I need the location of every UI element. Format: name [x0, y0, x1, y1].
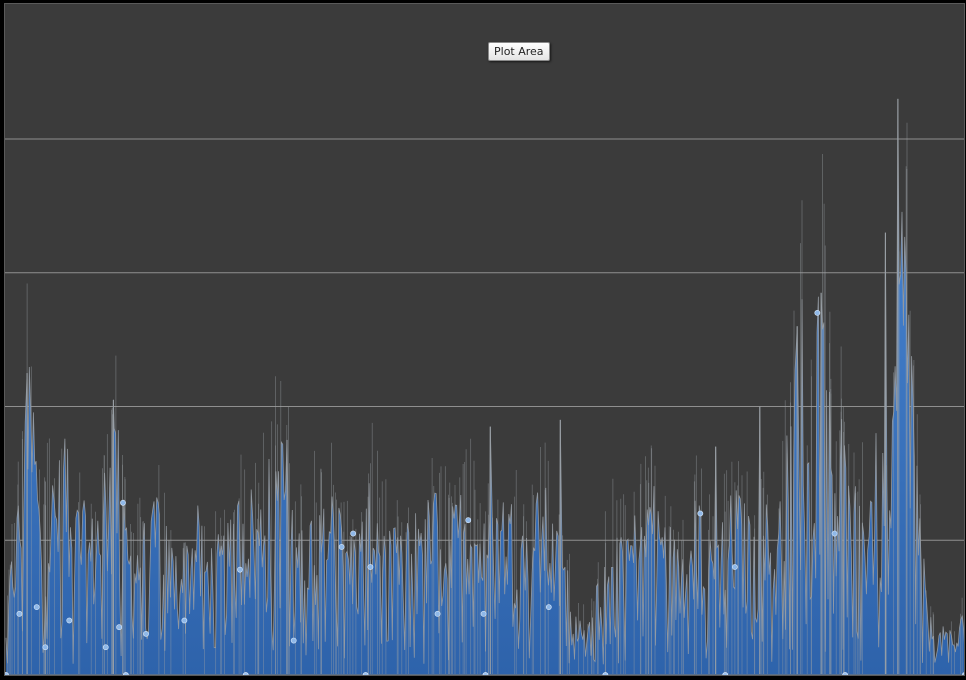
- x-axis-tick-8: [842, 672, 849, 675]
- data-point-marker: [102, 644, 109, 651]
- data-point-marker: [42, 644, 49, 651]
- plot-area-tooltip: Plot Area: [488, 42, 550, 61]
- data-point-marker: [350, 530, 357, 537]
- x-axis-tick-7: [722, 672, 729, 675]
- data-point-marker: [290, 637, 297, 644]
- data-point-marker: [480, 610, 487, 617]
- data-point-marker: [143, 630, 149, 637]
- area-chart: [5, 98, 964, 675]
- x-axis-tick-6: [602, 672, 609, 675]
- chart-frame: Plot Area: [4, 3, 965, 676]
- data-point-marker: [116, 624, 123, 631]
- data-point-marker: [33, 604, 40, 611]
- data-point-marker: [731, 564, 738, 570]
- data-point-marker: [16, 610, 23, 617]
- data-point-marker: [120, 499, 126, 506]
- data-point-marker: [814, 309, 821, 316]
- data-point-marker: [545, 604, 552, 611]
- data-point-marker: [237, 566, 243, 573]
- data-point-marker: [434, 610, 441, 617]
- x-axis-tick-3: [242, 672, 249, 675]
- x-axis-tick-2: [122, 672, 129, 675]
- data-point-marker: [338, 544, 345, 550]
- data-point-marker: [465, 517, 472, 524]
- x-axis-tick-5: [482, 672, 489, 675]
- data-point-marker: [367, 564, 374, 570]
- data-point-marker: [697, 510, 704, 517]
- x-axis-tick-4: [362, 672, 369, 675]
- data-point-marker: [181, 617, 188, 624]
- data-point-marker: [831, 530, 838, 537]
- data-point-marker: [66, 617, 73, 624]
